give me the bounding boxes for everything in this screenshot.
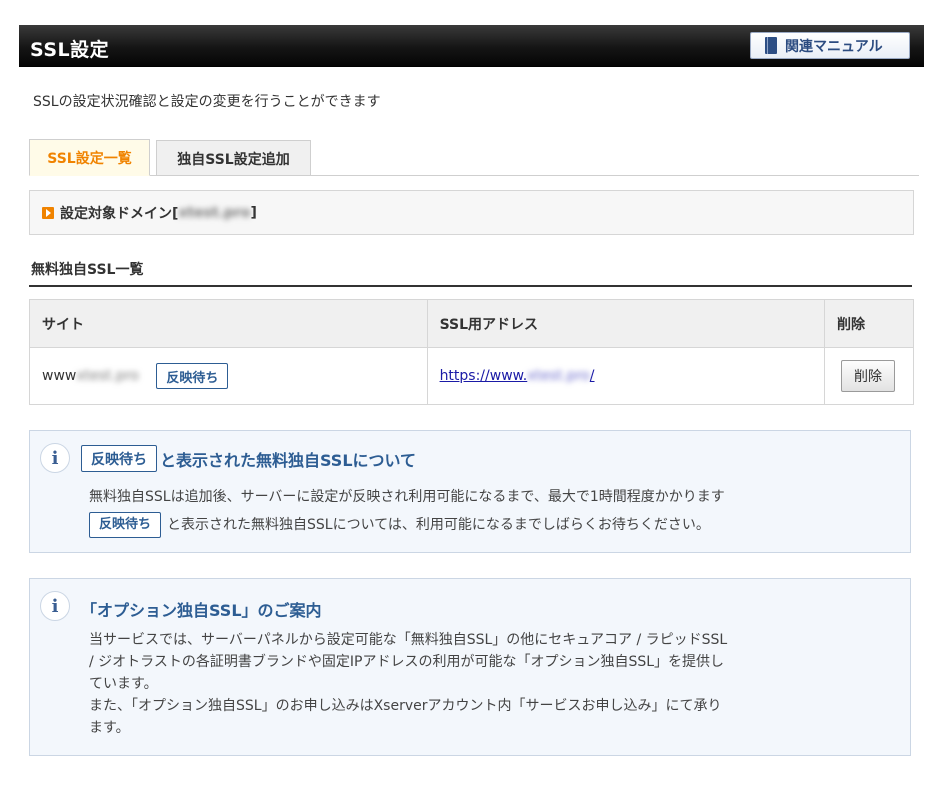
tab-add-ssl[interactable]: 独自SSL設定追加 [156,140,311,176]
address-cell: https://www.xtest.pro/ [426,347,826,405]
ssl-table: サイト SSL用アドレス 削除 www xtest.pro 反映待ち https… [29,299,914,405]
status-badge: 反映待ち [156,363,229,389]
address-domain: xtest.pro [527,368,590,384]
column-header-delete: 削除 [824,299,914,348]
site-cell: www xtest.pro 反映待ち [29,347,428,405]
pending-info-body: 無料独自SSLは追加後、サーバーに設定が反映され利用可能になるまで、最大で1時間… [89,486,725,538]
pending-info-line2-wrap: 反映待ち と表示された無料独自SSLについては、利用可能になるまでしばらくお待ち… [89,512,725,538]
delete-cell: 削除 [824,347,914,405]
page-description: SSLの設定状況確認と設定の変更を行うことができます [33,94,381,110]
pending-info-line1: 無料独自SSLは追加後、サーバーに設定が反映され利用可能になるまで、最大で1時間… [89,489,725,505]
address-prefix: https://www. [439,368,528,384]
section-title: 無料独自SSL一覧 [29,259,912,287]
option-ssl-heading: 「オプション独自SSL」のご案内 [81,601,322,620]
table-row: www xtest.pro 反映待ち https://www.xtest.pro… [29,347,914,405]
column-header-site: サイト [29,299,428,348]
site-domain: xtest.pro [76,368,139,384]
pending-info-heading-text: と表示された無料独自SSLについて [160,450,417,470]
pending-info-box: i 反映待ち と表示された無料独自SSLについて 無料独自SSLは追加後、サーバ… [29,430,911,553]
site-prefix: www [42,368,77,384]
ssl-address-link[interactable]: https://www.xtest.pro/ [440,368,595,384]
book-icon [765,37,777,54]
option-ssl-line1: 当サービスでは、サーバーパネルから設定可能な「無料独自SSL」の他にセキュアコア… [89,632,728,648]
tab-ssl-list[interactable]: SSL設定一覧 [29,139,150,176]
option-ssl-line2: / ジオトラストの各証明書ブランドや固定IPアドレスの利用が可能な「オプション独… [89,654,725,670]
address-suffix: / [589,368,595,384]
pending-info-heading: 反映待ち と表示された無料独自SSLについて [81,445,416,472]
info-icon: i [40,443,70,473]
related-manual-button[interactable]: 関連マニュアル [750,32,910,59]
target-domain-value: xtest.pro [178,204,251,221]
orange-arrow-icon [42,206,54,219]
pending-info-line2: と表示された無料独自SSLについては、利用可能になるまでしばらくお待ちください。 [167,517,710,533]
column-header-address: SSL用アドレス [426,299,826,348]
target-domain-suffix: ] [250,204,257,221]
target-domain-box: 設定対象ドメイン[ xtest.pro ] [29,190,914,235]
page-header: SSL設定 関連マニュアル [19,25,924,67]
page-title: SSL設定 [30,39,110,61]
tab-divider [29,175,919,176]
pending-badge-inline: 反映待ち [89,512,162,538]
info-icon: i [40,591,70,621]
option-ssl-body: 当サービスでは、サーバーパネルから設定可能な「無料独自SSL」の他にセキュアコア… [89,629,727,739]
related-manual-label: 関連マニュアル [785,38,883,55]
option-ssl-line4: また、「オプション独自SSL」のお申し込みはXserverアカウント内「サービス… [89,698,722,714]
option-ssl-line5: ます。 [89,720,130,736]
target-domain-label: 設定対象ドメイン[ [60,205,179,222]
pending-badge: 反映待ち [81,445,157,472]
table-header-row: サイト SSL用アドレス 削除 [29,299,914,348]
option-ssl-line3: ています。 [89,676,158,692]
option-ssl-info-box: i 「オプション独自SSL」のご案内 当サービスでは、サーバーパネルから設定可能… [29,578,911,756]
delete-button[interactable]: 削除 [841,360,896,392]
